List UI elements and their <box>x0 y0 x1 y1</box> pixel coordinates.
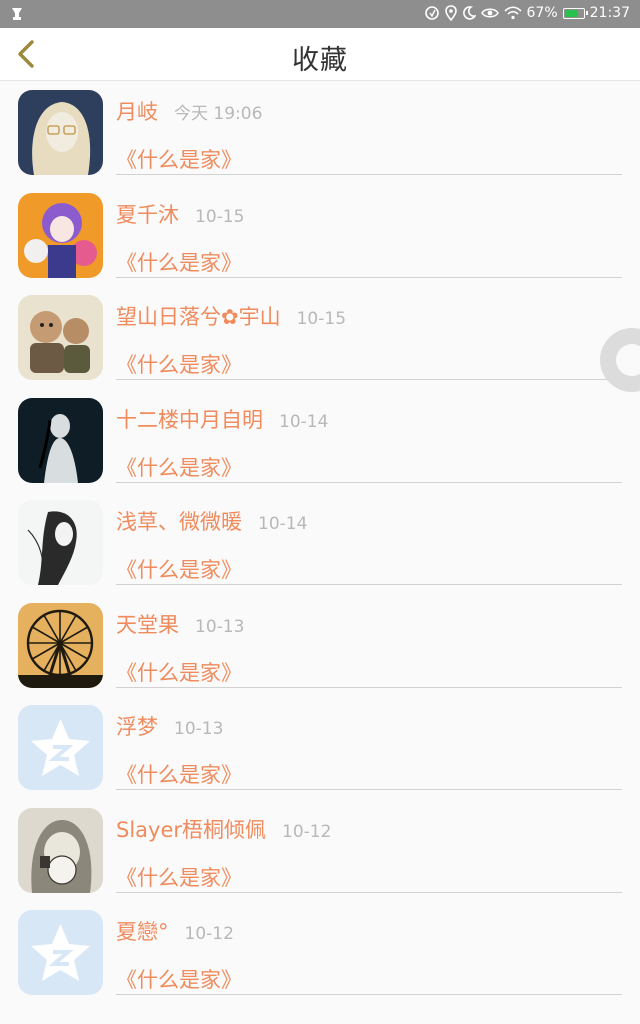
title-bar: 收藏 <box>0 28 640 81</box>
divider <box>116 379 622 380</box>
book-title[interactable]: 《什么是家》 <box>116 349 242 379</box>
favorite-item[interactable]: 浮梦 10-13 《什么是家》 <box>0 703 640 806</box>
favorites-list: 月岐 今天 19:06 《什么是家》 夏千沐 10-15 《什么是家》 望山日落兮✿… <box>0 88 640 1011</box>
status-bar: 67% 21:37 <box>0 0 640 28</box>
avatar[interactable] <box>18 705 103 790</box>
avatar[interactable] <box>18 602 103 688</box>
battery-percent: 67% <box>526 5 558 21</box>
user-name[interactable]: 天堂果 <box>116 613 179 637</box>
avatar[interactable] <box>18 192 103 278</box>
favorite-item[interactable]: 夏戀° 10-12 《什么是家》 <box>0 908 640 1011</box>
page-title: 收藏 <box>292 45 348 76</box>
avatar[interactable] <box>18 807 103 893</box>
avatar[interactable] <box>18 910 103 995</box>
divider <box>116 891 622 893</box>
favorite-item[interactable]: 望山日落兮✿宇山 10-15 《什么是家》 <box>0 293 640 396</box>
book-title[interactable]: 《什么是家》 <box>116 862 242 892</box>
notification-icon <box>12 8 22 20</box>
clock: 21:37 <box>589 5 630 21</box>
favorite-item[interactable]: 夏千沐 10-15 《什么是家》 <box>0 191 640 294</box>
divider <box>116 584 622 585</box>
timestamp: 10-14 <box>279 411 329 432</box>
book-title[interactable]: 《什么是家》 <box>116 452 242 482</box>
book-title[interactable]: 《什么是家》 <box>116 964 242 994</box>
user-name[interactable]: 浮梦 <box>116 715 158 739</box>
timestamp: 10-15 <box>296 309 347 329</box>
user-name[interactable]: 夏戀° <box>116 920 169 944</box>
timestamp: 10-15 <box>195 206 245 227</box>
book-title[interactable]: 《什么是家》 <box>116 759 242 789</box>
timestamp: 10-13 <box>195 616 245 637</box>
user-name[interactable]: 夏千沐 <box>116 203 179 227</box>
avatar[interactable] <box>18 295 103 380</box>
avatar[interactable] <box>18 90 103 175</box>
divider <box>116 789 622 790</box>
divider <box>116 481 622 483</box>
user-name[interactable]: 月岐 <box>116 100 158 124</box>
user-name[interactable]: Slayer梧桐倾佩 <box>116 818 266 842</box>
user-name[interactable]: 浅草、微微暖 <box>116 510 242 534</box>
divider <box>116 276 622 278</box>
divider <box>116 994 622 995</box>
book-title[interactable]: 《什么是家》 <box>116 144 242 174</box>
divider <box>116 686 622 688</box>
favorite-item[interactable]: 十二楼中月自明 10-14 《什么是家》 <box>0 396 640 499</box>
user-name[interactable]: 望山日落兮✿宇山 <box>116 305 281 329</box>
book-title[interactable]: 《什么是家》 <box>116 657 242 687</box>
book-title[interactable]: 《什么是家》 <box>116 247 242 277</box>
divider <box>116 174 622 175</box>
book-title[interactable]: 《什么是家》 <box>116 554 242 584</box>
avatar[interactable] <box>18 500 103 585</box>
moon-icon <box>462 6 476 20</box>
favorite-item[interactable]: 天堂果 10-13 《什么是家》 <box>0 601 640 704</box>
eye-icon <box>480 8 499 18</box>
timestamp: 10-13 <box>174 719 224 739</box>
timestamp: 10-12 <box>282 821 332 842</box>
avatar[interactable] <box>18 397 103 483</box>
timestamp: 今天 19:06 <box>174 104 263 124</box>
favorite-item[interactable]: 浅草、微微暖 10-14 《什么是家》 <box>0 498 640 601</box>
data-saver-icon <box>424 6 439 20</box>
wifi-icon <box>503 6 522 20</box>
user-name[interactable]: 十二楼中月自明 <box>116 408 263 432</box>
location-icon <box>444 5 457 21</box>
favorite-item[interactable]: Slayer梧桐倾佩 10-12 《什么是家》 <box>0 806 640 909</box>
favorite-item[interactable]: 月岐 今天 19:06 《什么是家》 <box>0 88 640 191</box>
timestamp: 10-14 <box>258 514 308 534</box>
timestamp: 10-12 <box>184 924 234 944</box>
battery-icon <box>562 7 588 19</box>
